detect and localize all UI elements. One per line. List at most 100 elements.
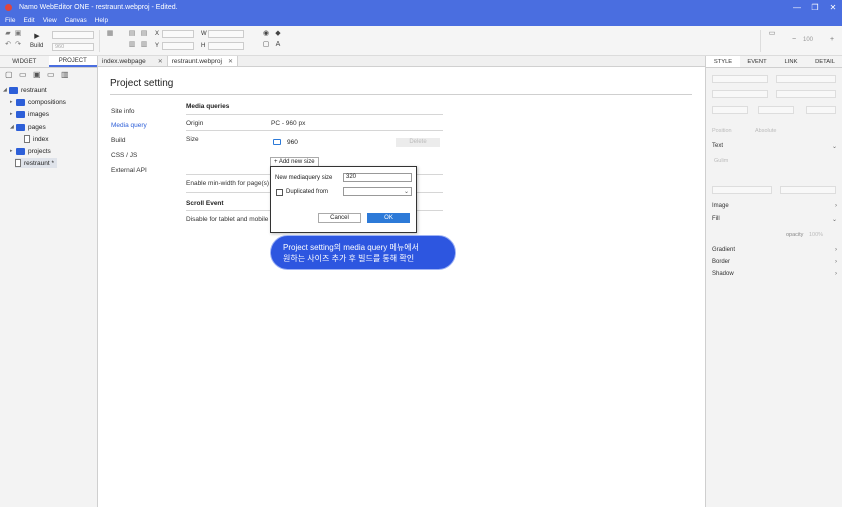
font-select[interactable]: Gulim: [714, 158, 728, 164]
tree-item-projects[interactable]: ▸ projects: [10, 146, 51, 156]
tab-restraunt-webproj[interactable]: restraunt.webproj ✕: [167, 56, 239, 66]
grid-icon[interactable]: ▦: [106, 30, 114, 37]
ok-button[interactable]: OK: [367, 213, 410, 223]
scroll-event-heading: Scroll Event: [186, 200, 224, 207]
breakpoint-select[interactable]: [52, 31, 94, 39]
chevron-down-icon[interactable]: ⌄: [832, 143, 837, 150]
cancel-button[interactable]: Cancel: [318, 213, 361, 223]
document-tabs: index.webpage ✕ restraunt.webproj ✕: [98, 56, 705, 67]
spacing-field[interactable]: [758, 106, 794, 114]
w-field[interactable]: [712, 90, 768, 98]
new-folder-icon[interactable]: ▭: [19, 70, 28, 79]
menu-edit[interactable]: Edit: [23, 17, 34, 24]
tree-root[interactable]: ◢ restraunt: [3, 85, 47, 95]
duplicated-select[interactable]: ⌄: [343, 187, 412, 196]
trash-icon[interactable]: ▥: [61, 70, 70, 79]
menu-view[interactable]: View: [43, 17, 57, 24]
zoom-value[interactable]: 100: [803, 37, 813, 43]
align-icon-2[interactable]: ▤: [140, 30, 148, 37]
duplicated-checkbox[interactable]: [276, 189, 283, 196]
distribute-icon-2[interactable]: ▥: [140, 41, 148, 48]
zoom-in-icon[interactable]: +: [828, 36, 836, 43]
preview-screen-icon[interactable]: ▭: [768, 30, 776, 37]
y-field[interactable]: [162, 42, 194, 50]
close-button[interactable]: ✕: [824, 3, 842, 12]
tree-item-index[interactable]: index: [24, 134, 49, 144]
chevron-down-icon: ⌄: [403, 189, 409, 195]
chevron-right-icon[interactable]: ›: [835, 259, 837, 265]
w-field[interactable]: [208, 30, 244, 38]
tree-item-restraunt[interactable]: restraunt *: [15, 158, 57, 168]
nav-media-query[interactable]: Media query: [111, 122, 147, 129]
border-section[interactable]: Border: [712, 259, 730, 265]
h-field[interactable]: [776, 90, 836, 98]
menu-help[interactable]: Help: [95, 17, 108, 24]
rotate-field[interactable]: [712, 106, 748, 114]
line-height-field[interactable]: [780, 186, 836, 194]
folder-icon: [16, 98, 25, 106]
left-panel-tabs: WIDGET PROJECT: [0, 56, 97, 68]
distribute-icon[interactable]: ▥: [128, 41, 136, 48]
new-size-input[interactable]: 320: [343, 173, 412, 182]
font-size-field[interactable]: [712, 186, 772, 194]
h-field[interactable]: [208, 42, 244, 50]
nav-css-js[interactable]: CSS / JS: [111, 152, 137, 159]
zoom-out-icon[interactable]: −: [790, 36, 798, 43]
image-section[interactable]: Image: [712, 203, 729, 209]
chevron-right-icon[interactable]: ›: [835, 203, 837, 209]
radius-field[interactable]: [806, 106, 836, 114]
open-folder-icon[interactable]: ▰: [4, 30, 12, 37]
undo-icon[interactable]: ↶: [4, 41, 12, 48]
tree-item-compositions[interactable]: ▸ compositions: [10, 97, 66, 107]
tab-style[interactable]: STYLE: [706, 56, 740, 67]
tree-item-images[interactable]: ▸ images: [10, 109, 49, 119]
menu-file[interactable]: File: [5, 17, 15, 24]
tab-event[interactable]: EVENT: [740, 56, 774, 67]
x-field[interactable]: [162, 30, 194, 38]
import-icon[interactable]: ▣: [33, 70, 42, 79]
maximize-button[interactable]: ❐: [806, 3, 824, 12]
x-label: X: [155, 31, 160, 37]
tab-widget[interactable]: WIDGET: [0, 56, 49, 67]
shadow-section[interactable]: Shadow: [712, 271, 734, 277]
chevron-right-icon[interactable]: ›: [835, 271, 837, 277]
position-select[interactable]: Absolute: [755, 128, 776, 134]
chevron-right-icon[interactable]: ›: [835, 247, 837, 253]
tab-index-webpage[interactable]: index.webpage ✕: [98, 56, 168, 66]
redo-icon[interactable]: ↷: [14, 41, 22, 48]
origin-value: PC - 960 px: [271, 120, 306, 127]
tab-project[interactable]: PROJECT: [48, 56, 97, 67]
tab-detail[interactable]: DETAIL: [808, 56, 842, 67]
project-tools: ▢ ▭ ▣ ▭ ▥: [0, 68, 97, 81]
save-icon[interactable]: ▣: [14, 30, 22, 37]
tree-item-pages[interactable]: ◢ pages: [10, 122, 46, 132]
text-section[interactable]: Text: [712, 143, 723, 149]
nav-site-info[interactable]: Site info: [111, 108, 135, 115]
close-tab-icon[interactable]: ✕: [158, 58, 163, 65]
build-play-icon[interactable]: ▶: [33, 33, 41, 40]
close-tab-icon[interactable]: ✕: [228, 58, 233, 65]
lock-icon[interactable]: ▢: [262, 41, 270, 48]
left-panel: WIDGET PROJECT ▢ ▭ ▣ ▭ ▥ ◢ restraunt ▸ c…: [0, 56, 98, 507]
tab-link[interactable]: LINK: [774, 56, 808, 67]
opacity-field[interactable]: 100%: [809, 232, 823, 238]
size-value[interactable]: 960: [287, 139, 298, 146]
gradient-section[interactable]: Gradient: [712, 247, 735, 253]
folder-icon[interactable]: ▭: [47, 70, 56, 79]
align-icon[interactable]: ▤: [128, 30, 136, 37]
chevron-down-icon[interactable]: ⌄: [832, 216, 837, 223]
delete-button[interactable]: Delete: [396, 138, 440, 147]
nav-build[interactable]: Build: [111, 137, 125, 144]
fill-section[interactable]: Fill: [712, 216, 720, 222]
y-field[interactable]: [776, 75, 836, 83]
paint-bucket-icon[interactable]: ◆: [274, 30, 282, 37]
nav-external-api[interactable]: External API: [111, 167, 147, 174]
build-button[interactable]: Build: [30, 43, 43, 49]
minimize-button[interactable]: —: [788, 3, 806, 12]
width-field[interactable]: 960: [52, 43, 94, 51]
x-field[interactable]: [712, 75, 768, 83]
new-page-icon[interactable]: ▢: [5, 70, 14, 79]
menu-canvas[interactable]: Canvas: [65, 17, 87, 24]
eye-icon[interactable]: ◉: [262, 30, 270, 37]
text-style-icon[interactable]: A: [274, 41, 282, 48]
